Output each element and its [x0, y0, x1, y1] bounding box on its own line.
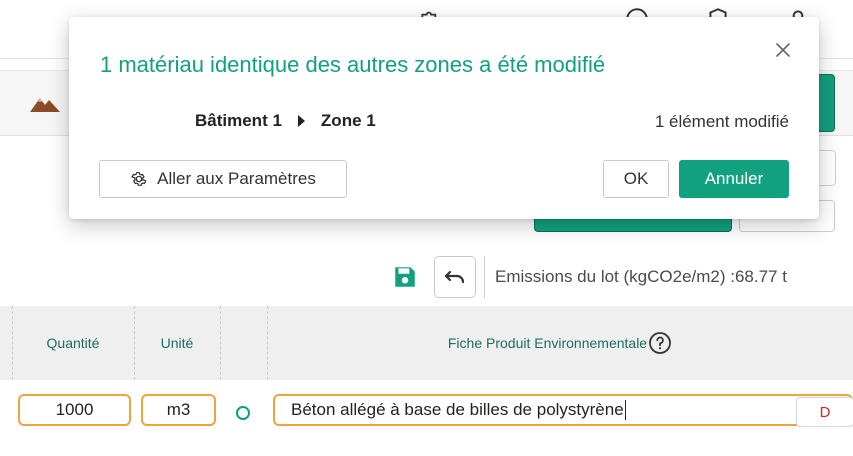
changed-count: 1 élément modifié: [654, 112, 789, 131]
gear-icon: [131, 172, 147, 186]
go-to-settings-label: Aller aux Paramètres: [157, 169, 316, 188]
close-icon[interactable]: [772, 39, 794, 61]
go-to-settings-button[interactable]: Aller aux Paramètres: [99, 160, 347, 198]
breadcrumb-zone: Zone 1: [320, 111, 376, 130]
modal-title: 1 matériau identique des autres zones a …: [100, 52, 606, 77]
breadcrumb: Bâtiment 1 Zone 1: [195, 111, 376, 131]
ok-button[interactable]: OK: [603, 160, 669, 198]
caret-right-icon: [297, 115, 305, 127]
change-notification-modal: 1 matériau identique des autres zones a …: [69, 17, 819, 219]
breadcrumb-building: Bâtiment 1: [195, 111, 282, 130]
cancel-button[interactable]: Annuler: [679, 160, 789, 198]
modal-overlay: 1 matériau identique des autres zones a …: [0, 0, 853, 456]
